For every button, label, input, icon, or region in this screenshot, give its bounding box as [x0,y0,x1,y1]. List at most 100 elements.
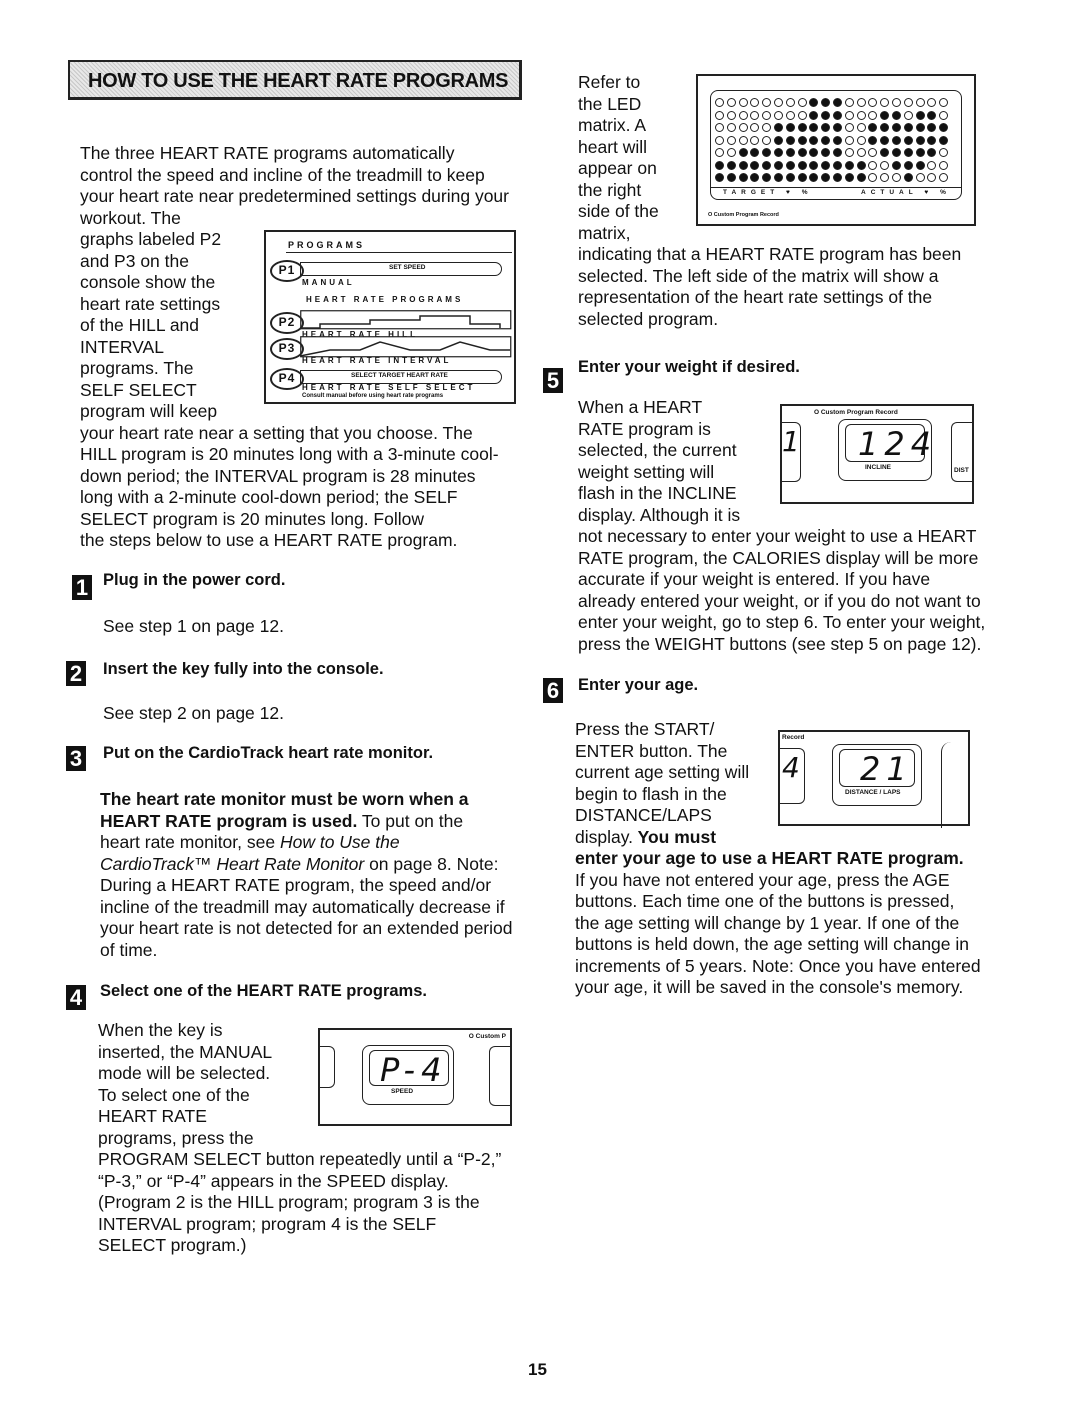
intro-line: long with a 2-minute cool-down period; t… [80,487,458,507]
led-dot-unlit [750,135,760,145]
led-dot-lit [797,160,807,170]
led-dot-unlit [726,123,736,132]
speed-display-frame: P-4 SPEED [362,1045,454,1105]
step-3-text: During a HEART RATE program, the speed a… [100,875,492,895]
program-label-p1: MANUAL [302,278,355,287]
led-dot-lit [891,160,901,170]
step-5-text: enter your weight, go to step 6. To ente… [578,612,986,632]
step-3-text: on page 8. Note: [364,853,499,874]
led-dot-unlit [939,160,949,170]
heart-rate-programs-heading: HEART RATE PROGRAMS [306,295,464,304]
led-dot-unlit [715,135,724,145]
left-display-window: 4 [778,748,805,804]
speed-display-illustration: O Custom P P-4 SPEED [318,1028,512,1126]
led-dot-lit [738,160,748,170]
led-dot-lit [868,135,878,145]
cross-reference-link: CardioTrack™ Heart Rate Monitor [100,853,365,874]
led-dot-lit [927,123,937,132]
led-dot-lit [773,135,783,145]
led-dot-unlit [844,98,854,107]
lcd-screen: P-4 [369,1050,449,1089]
step-6-text: buttons is held down, the age setting wi… [575,934,970,954]
step-body-1: See step 1 on page 12. [103,616,284,636]
led-dot-unlit [903,98,913,107]
led-text: selected program. [578,308,719,329]
led-dot-lit [797,173,807,182]
intro-line: HILL program is 20 minutes long with a 3… [80,444,499,464]
step-6-warning: enter your age to use a HEART RATE progr… [575,848,964,868]
led-dot-lit [915,135,925,145]
led-dot-lit [915,110,925,120]
led-dot-lit [785,173,795,182]
step-6-text: display. [575,826,634,847]
step-3-warning: The heart rate monitor must be worn when… [100,789,469,809]
led-dot-unlit [750,110,760,120]
hill-profile-graph [300,310,512,330]
program-bar-p1: SET SPEED [300,262,502,276]
led-dot-unlit [750,123,760,132]
left-display-window [318,1046,335,1088]
step-6-text: increments of 5 years. Note: Once you ha… [575,955,981,976]
weight-readout: 124 [858,425,938,463]
step-6-text: the age setting will change by 1 year. I… [575,912,960,933]
step-6-text: If you have not entered your age, press … [575,869,950,890]
step-4-text: “P-3,” or “P-4” appears in the SPEED dis… [98,1170,449,1191]
program-bar-p4: SELECT TARGET HEART RATE [300,370,502,384]
led-dot-lit [750,173,760,182]
led-dot-lit [903,135,913,145]
step-body-2: See step 2 on page 12. [103,703,284,723]
led-dot-unlit [726,110,736,120]
led-dot-unlit [939,148,949,157]
led-dot-unlit [903,110,913,120]
step-title-2: Insert the key fully into the console. [103,660,384,678]
led-dot-lit [750,160,760,170]
intro-line: control the speed and incline of the tre… [80,164,485,185]
cross-reference-link: How to Use the [279,832,400,852]
led-dot-unlit [844,148,854,157]
step-badge-4: 4 [66,985,86,1010]
led-dot-lit [903,173,913,182]
led-dot-lit [715,173,724,182]
led-dot-unlit [844,110,854,120]
step-badge-3: 3 [66,746,86,771]
led-dot-lit [903,123,913,132]
led-text: indicating that a HEART RATE program has… [578,244,962,264]
step-badge-1: 1 [72,575,92,600]
led-dot-lit [797,148,807,157]
led-dot-lit [750,148,760,157]
led-dot-lit [832,110,842,120]
step-badge-6: 6 [543,678,563,703]
led-dot-lit [832,135,842,145]
led-dot-unlit [762,135,772,145]
intro-line: workout. The [80,207,181,228]
led-dot-lit [726,160,736,170]
intro-line: your heart rate near a setting that you … [80,422,473,443]
led-dot-lit [773,148,783,157]
led-dot-lit [927,110,937,120]
led-dot-unlit [738,135,748,145]
led-matrix-frame: TARGET ♥ % ACTUAL ♥ % [710,90,962,200]
led-dot-unlit [856,110,866,120]
led-dot-lit [821,110,831,120]
step-body-3: The heart rate monitor must be worn when… [100,789,540,961]
record-label: Record [782,734,805,741]
programs-console-illustration: PROGRAMS P1 SET SPEED MANUAL HEART RATE … [264,230,516,404]
led-dot-unlit [868,110,878,120]
step-5-text: already entered your weight, or if you d… [578,590,981,611]
led-dot-lit [844,173,854,182]
led-dot-lit [880,135,890,145]
led-dot-lit [939,123,949,132]
led-dot-unlit [891,98,901,107]
led-dot-unlit [915,98,925,107]
speed-label: SPEED [391,1088,414,1095]
age-readout: 21 [860,750,913,788]
intro-line: your heart rate near predetermined setti… [80,186,509,206]
program-label-p3: HEART RATE INTERVAL [302,356,452,365]
led-dot-lit [821,98,831,107]
step-4-text: INTERVAL program; program 4 is the SELF [98,1213,437,1234]
left-display-window: 1 [780,422,801,482]
led-dot-lit [809,110,819,120]
led-dot-lit [891,110,901,120]
program-badge-p3: P3 [270,338,304,360]
step-5-text: press the WEIGHT buttons (see step 5 on … [578,633,982,654]
